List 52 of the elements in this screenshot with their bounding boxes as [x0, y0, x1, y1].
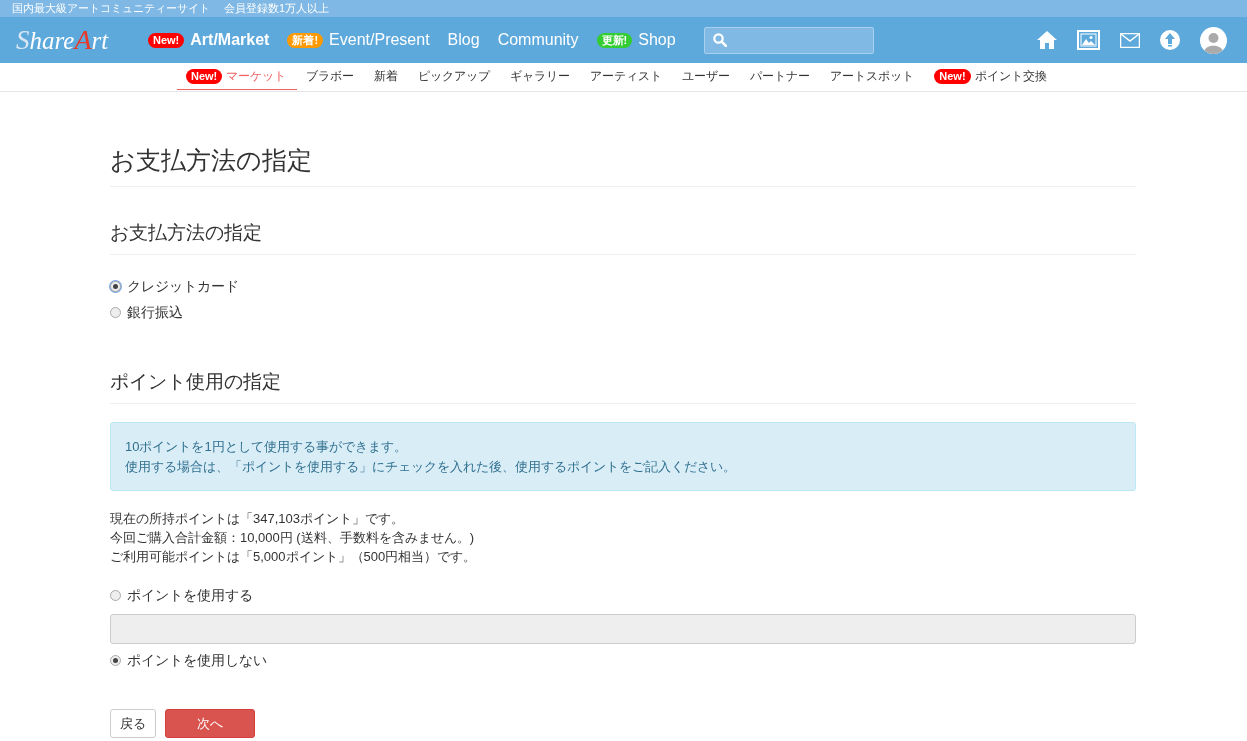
search-field[interactable]	[703, 26, 874, 54]
radio-button[interactable]	[110, 307, 121, 318]
radio-label: ポイントを使用しない	[127, 651, 267, 670]
radio-label: 銀行振込	[127, 303, 183, 322]
summary-text: 今回ご購入合計金額：10,000円 (送料、手数料を含みません。)	[110, 529, 476, 547]
tab-label: マーケット	[226, 67, 287, 85]
tab-label: アーティスト	[590, 67, 663, 85]
new-badge: 新着!	[287, 32, 324, 48]
radio-button[interactable]	[110, 590, 121, 601]
next-button[interactable]: 次へ	[165, 709, 255, 738]
subnav-tab[interactable]: パートナー	[741, 63, 822, 89]
tab-label: ブラボー	[306, 67, 355, 85]
upload-icon[interactable]	[1160, 30, 1180, 50]
member-count: 会員登録数1万人以上	[224, 1, 330, 16]
subnav-tab[interactable]: ピックアップ	[409, 63, 502, 89]
new-badge: New!	[186, 68, 223, 84]
section-heading: お支払方法の指定	[110, 187, 1136, 255]
subnav-tab[interactable]: ユーザー	[673, 63, 742, 89]
tab-label: 新着	[374, 67, 399, 85]
tab-label: パートナー	[750, 67, 811, 85]
mail-icon[interactable]	[1120, 32, 1140, 48]
tab-label: アートスポット	[830, 67, 915, 85]
radio-button[interactable]	[110, 655, 121, 666]
tab-label: ピックアップ	[418, 67, 491, 85]
radio-button[interactable]	[110, 281, 121, 292]
new-badge: New!	[934, 68, 971, 84]
avatar-icon[interactable]	[1200, 26, 1227, 54]
new-badge: 更新!	[596, 32, 633, 48]
tagline: 国内最大級アートコミュニティーサイト	[12, 1, 210, 16]
page-title: お支払方法の指定	[110, 144, 1136, 187]
subnav-tab[interactable]: ギャラリー	[501, 63, 582, 89]
tab-label: ポイント交換	[974, 67, 1047, 85]
tab-label: ギャラリー	[510, 67, 571, 85]
summary-text: 現在の所持ポイントは「347,103ポイント」です。	[110, 510, 405, 528]
subnav-tab[interactable]: 新着	[365, 63, 410, 89]
search-icon	[712, 33, 727, 47]
tab-label: ユーザー	[682, 67, 731, 85]
subnav-tab[interactable]: アーティスト	[581, 63, 674, 89]
new-badge: New!	[148, 32, 185, 48]
picture-frame-icon[interactable]	[1077, 30, 1100, 50]
subnav-tab[interactable]: New! マーケット	[177, 63, 298, 90]
subnav-tab[interactable]: ブラボー	[297, 63, 366, 89]
back-button[interactable]: 戻る	[110, 709, 156, 738]
subnav-tab[interactable]: New! ポイント交換	[925, 63, 1058, 89]
radio-label: ポイントを使用する	[127, 586, 253, 605]
summary-text: ご利用可能ポイントは「5,000ポイント」（500円相当）です。	[110, 548, 478, 566]
info-text: 10ポイントを1円として使用する事ができます。	[125, 438, 408, 456]
info-text: 使用する場合は、「ポイントを使用する」にチェックを入れた後、使用するポイントをご記入ください。	[125, 458, 737, 476]
home-icon[interactable]	[1037, 31, 1057, 49]
radio-label: クレジットカード	[127, 277, 239, 296]
section-heading: ポイント使用の指定	[110, 336, 1136, 404]
subnav-tab[interactable]: アートスポット	[821, 63, 926, 89]
